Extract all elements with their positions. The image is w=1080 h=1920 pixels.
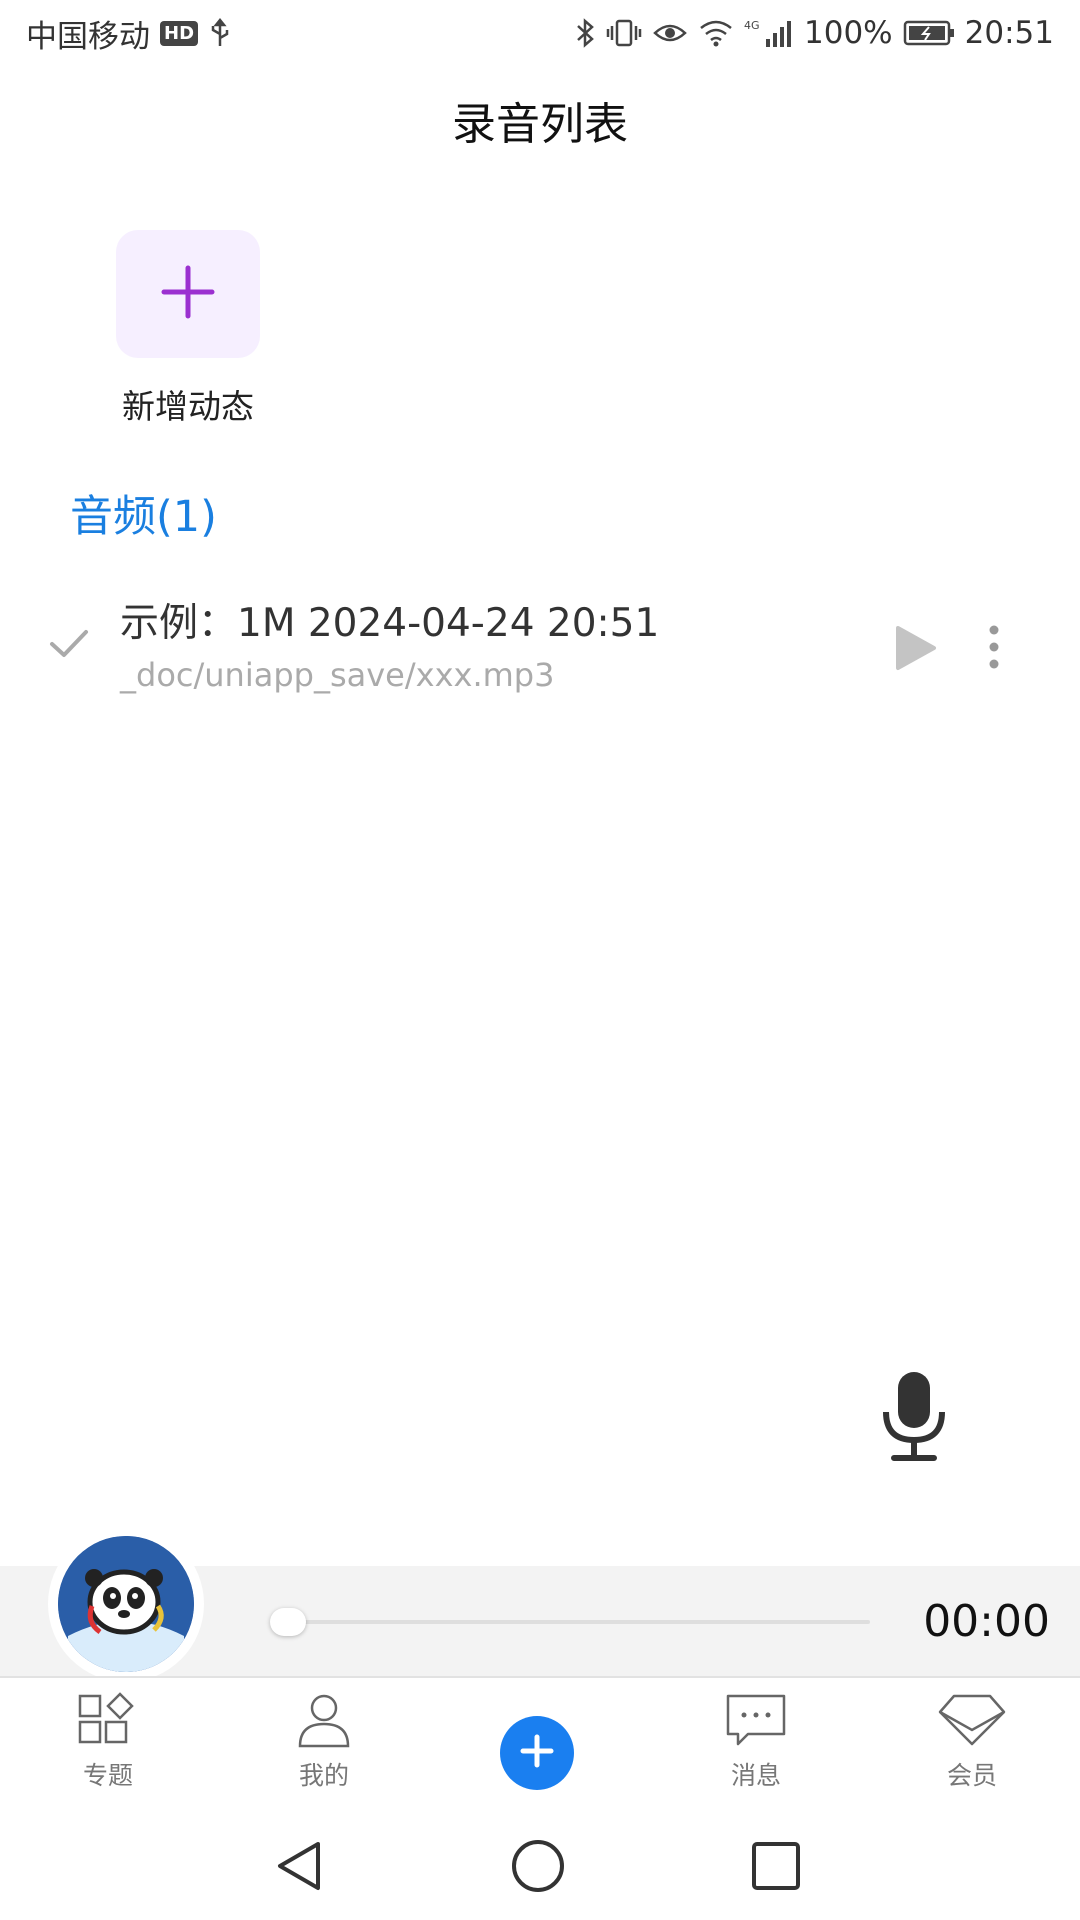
checkmark-icon[interactable] <box>46 626 90 664</box>
tab-label: 我的 <box>298 1761 349 1790</box>
wifi-icon <box>698 18 734 48</box>
page-title: 录音列表 <box>452 99 628 150</box>
cellular-signal-icon: 4G <box>744 17 794 49</box>
network-type-label: 4G <box>744 19 760 32</box>
list-item[interactable]: 示例：1M 2024-04-24 20:51 _doc/uniapp_save/… <box>40 586 1050 706</box>
vibrate-icon <box>606 18 642 48</box>
tab-membership[interactable]: 会员 <box>902 1692 1042 1792</box>
battery-percent: 100% <box>804 15 893 51</box>
tab-label: 消息 <box>730 1761 781 1790</box>
plus-icon <box>158 262 218 326</box>
microphone-icon[interactable] <box>872 1368 956 1464</box>
bluetooth-icon <box>574 17 596 49</box>
clock: 20:51 <box>964 15 1054 51</box>
back-icon[interactable] <box>272 1838 328 1898</box>
tab-mine[interactable]: 我的 <box>254 1692 394 1792</box>
more-vertical-icon[interactable] <box>986 622 1002 676</box>
usb-icon <box>208 18 232 48</box>
person-icon <box>292 1694 356 1752</box>
eye-icon <box>652 18 688 48</box>
seek-thumb[interactable] <box>270 1608 306 1636</box>
recording-title: 示例：1M 2024-04-24 20:51 <box>120 601 660 646</box>
system-nav-bar <box>0 1804 1080 1920</box>
home-icon[interactable] <box>510 1838 566 1898</box>
create-button[interactable] <box>500 1716 574 1790</box>
diamond-icon <box>936 1694 1008 1752</box>
seek-track[interactable] <box>270 1620 870 1624</box>
panda-mascot-image <box>58 1536 194 1672</box>
plus-circle-icon <box>517 1731 557 1775</box>
carrier-name: 中国移动 <box>26 18 150 55</box>
tab-bar: 专题 我的 消息 会员 <box>0 1676 1080 1804</box>
player-time: 00:00 <box>923 1596 1050 1647</box>
tab-label: 专题 <box>82 1761 133 1790</box>
player-avatar[interactable] <box>48 1526 204 1682</box>
recording-path: _doc/uniapp_save/xxx.mp3 <box>120 656 555 694</box>
tab-label: 会员 <box>946 1761 997 1790</box>
chat-icon <box>724 1694 788 1752</box>
play-icon[interactable] <box>892 624 938 676</box>
battery-charging-icon <box>903 19 955 47</box>
status-bar: 中国移动 HD 4G 100% 20:51 <box>0 0 1080 66</box>
audio-section-heading: 音频(1) <box>70 492 217 542</box>
recents-icon[interactable] <box>748 1838 804 1898</box>
grid-icon <box>76 1692 140 1752</box>
tab-messages[interactable]: 消息 <box>686 1692 826 1792</box>
add-post-button[interactable] <box>116 230 260 358</box>
add-post-label: 新增动态 <box>122 387 254 426</box>
hd-badge: HD <box>160 20 199 46</box>
tab-topics[interactable]: 专题 <box>38 1692 178 1792</box>
